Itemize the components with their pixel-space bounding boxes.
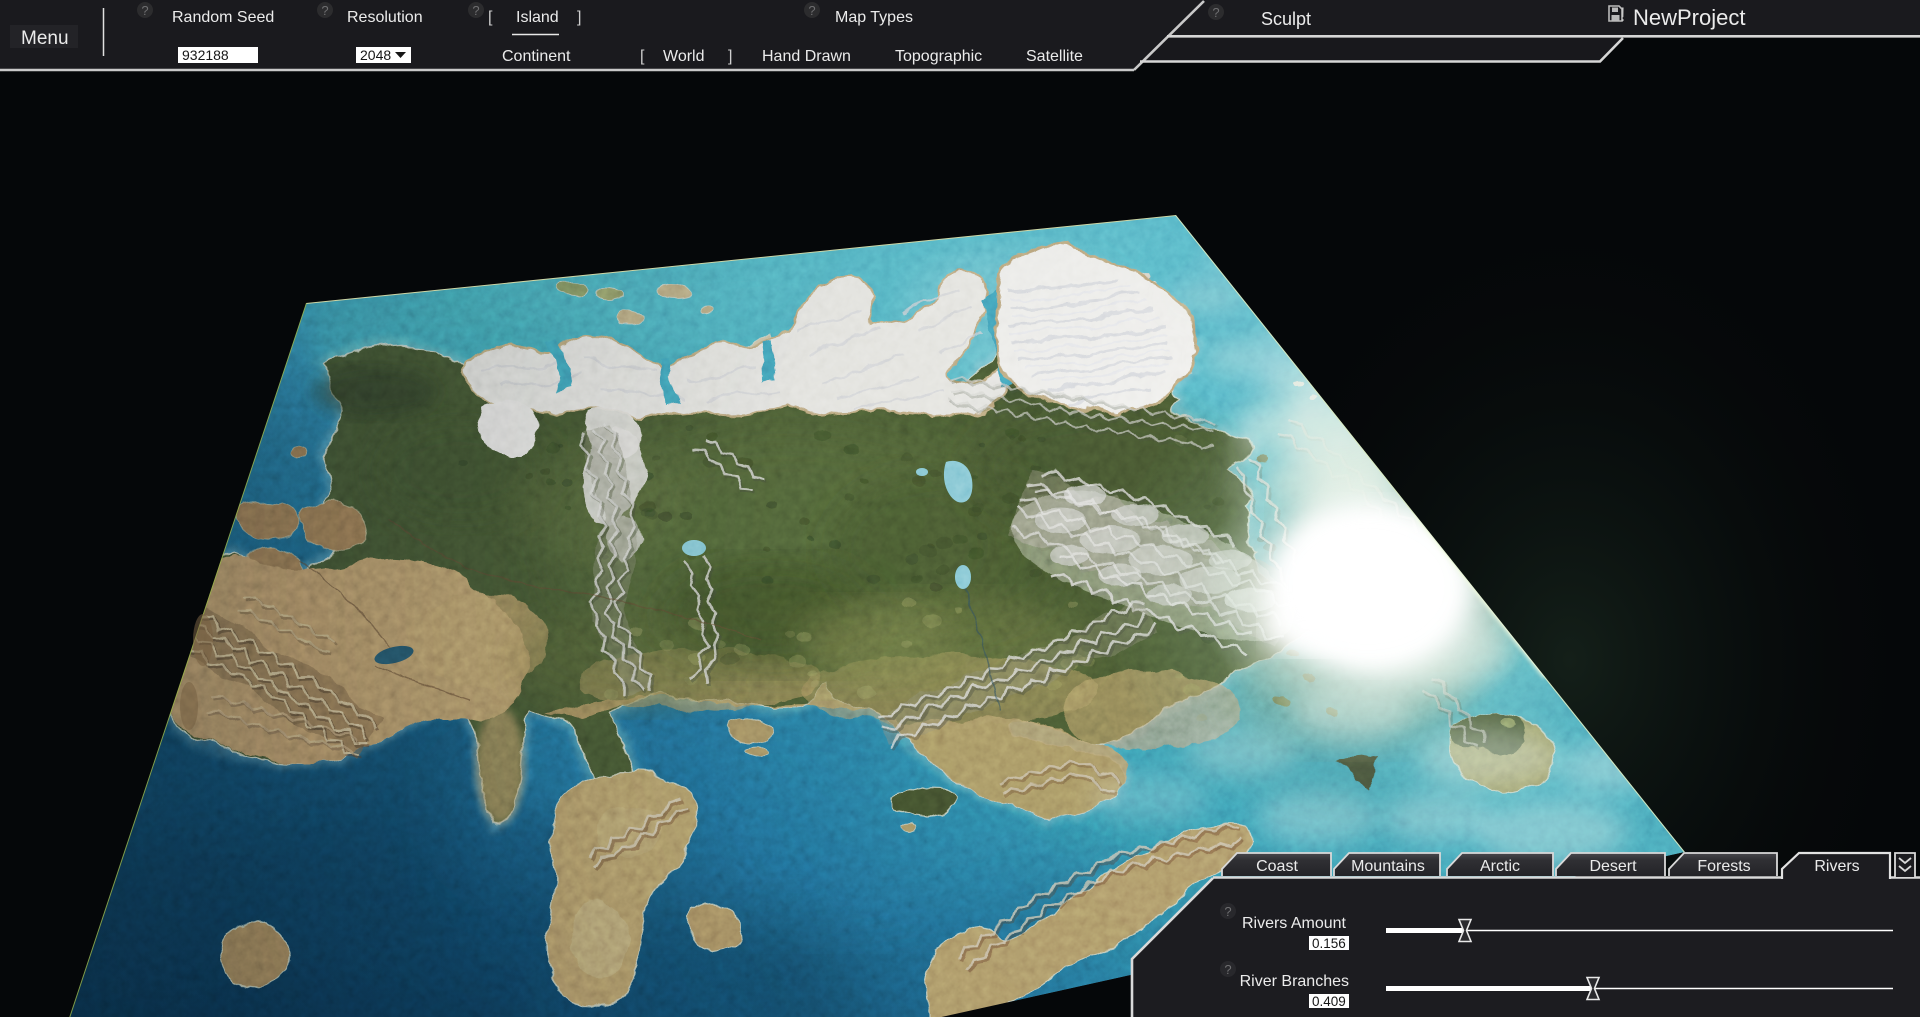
svg-text:Rivers Amount: Rivers Amount <box>1242 915 1347 932</box>
svg-text:[: [ <box>640 48 645 65</box>
svg-text:Desert: Desert <box>1589 858 1637 875</box>
svg-text:Arctic: Arctic <box>1480 858 1520 875</box>
svg-text:?: ? <box>1224 962 1231 977</box>
svg-text:932188: 932188 <box>182 47 229 63</box>
svg-text:Coast: Coast <box>1256 858 1298 875</box>
svg-text:Sculpt: Sculpt <box>1261 9 1311 29</box>
svg-text:River Branches: River Branches <box>1240 973 1349 990</box>
svg-text:?: ? <box>321 3 328 18</box>
svg-text:]: ] <box>577 9 581 26</box>
svg-text:]: ] <box>728 48 732 65</box>
svg-text:World: World <box>663 48 705 65</box>
svg-text:?: ? <box>808 3 815 18</box>
svg-text:?: ? <box>1224 904 1231 919</box>
svg-text:2048: 2048 <box>360 47 391 63</box>
svg-text:Menu: Menu <box>21 28 69 49</box>
svg-text:Topographic: Topographic <box>895 48 982 65</box>
svg-text:Hand Drawn: Hand Drawn <box>762 48 851 65</box>
svg-text:?: ? <box>472 3 479 18</box>
svg-text:Mountains: Mountains <box>1351 858 1425 875</box>
svg-text:Rivers: Rivers <box>1814 858 1859 875</box>
svg-text:Satellite: Satellite <box>1026 48 1083 65</box>
svg-text:Continent: Continent <box>502 48 571 65</box>
svg-text:?: ? <box>141 3 148 18</box>
svg-text:?: ? <box>1212 5 1219 20</box>
svg-text:0.409: 0.409 <box>1312 994 1346 1009</box>
svg-text:NewProject: NewProject <box>1633 5 1745 30</box>
svg-text:Forests: Forests <box>1697 858 1750 875</box>
svg-text:Map Types: Map Types <box>835 9 913 26</box>
svg-text:[: [ <box>488 9 493 26</box>
svg-text:Island: Island <box>516 9 559 26</box>
svg-text:Random Seed: Random Seed <box>172 9 274 26</box>
svg-text:Resolution: Resolution <box>347 9 423 26</box>
svg-text:0.156: 0.156 <box>1312 936 1346 951</box>
svg-text:!: ! <box>1620 5 1625 26</box>
